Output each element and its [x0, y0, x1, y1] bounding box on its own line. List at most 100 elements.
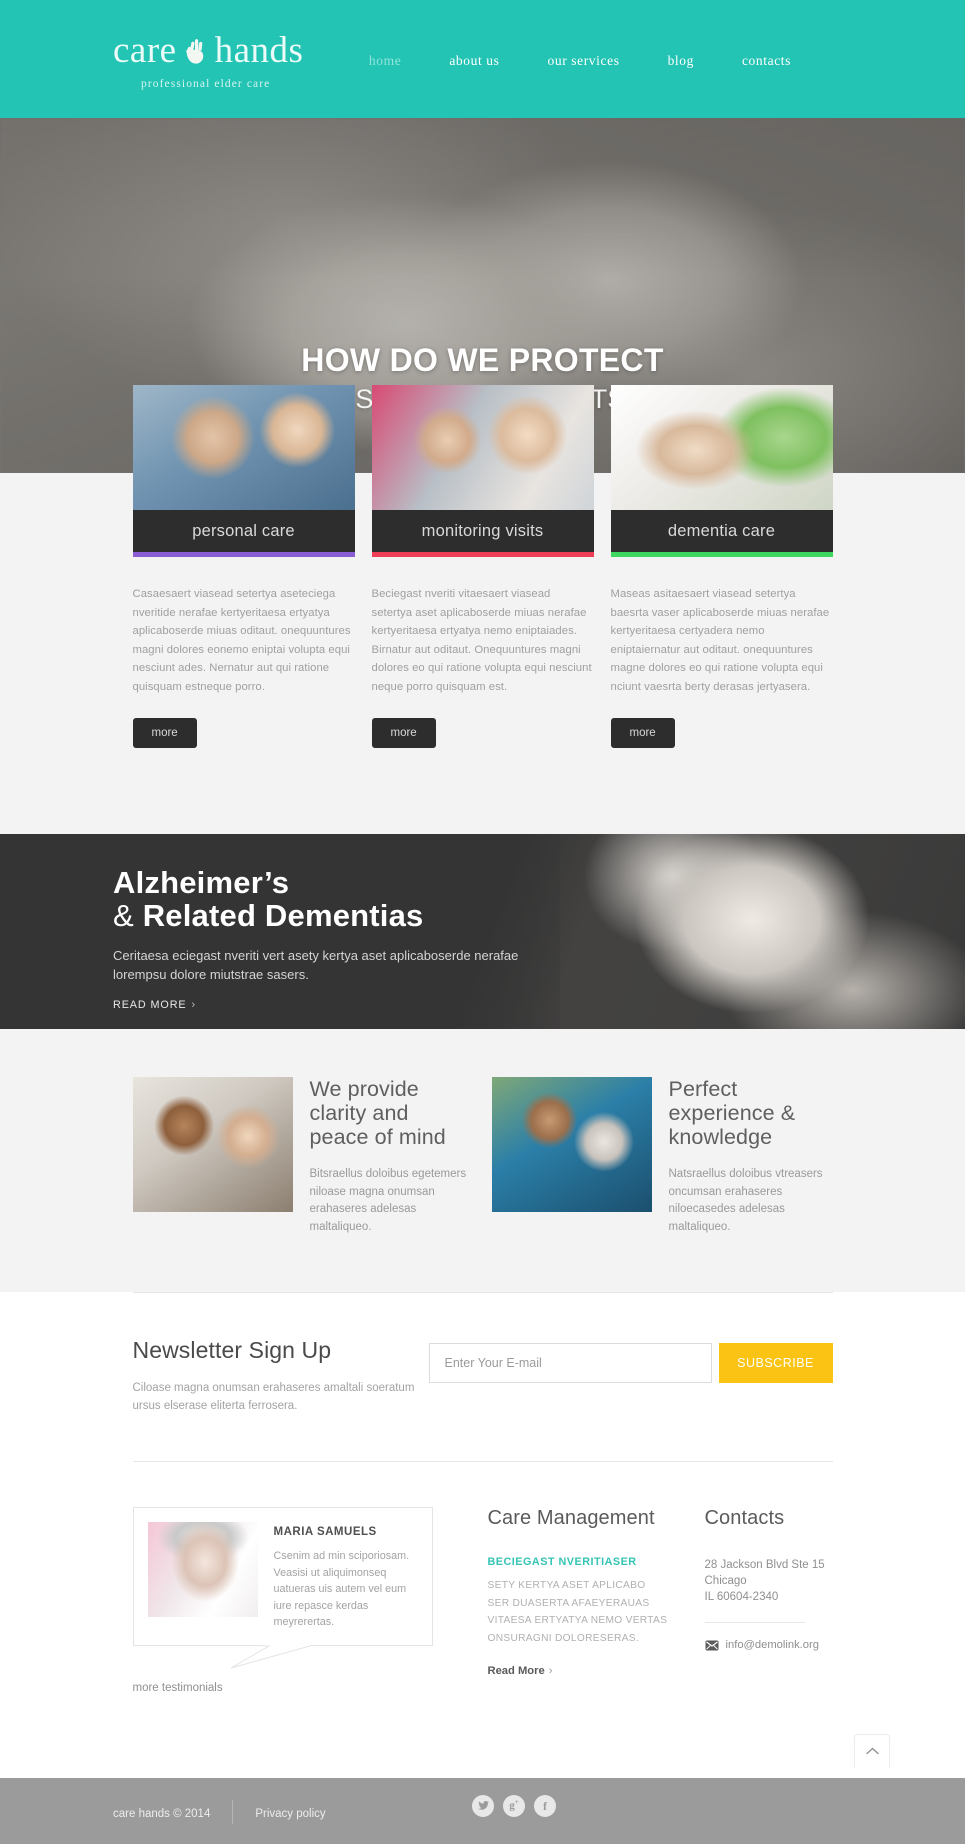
alzheimers-read-more-link[interactable]: READ MORE ›	[113, 999, 196, 1011]
contacts-email-text: info@demolink.org	[725, 1639, 819, 1651]
footer-bottom-bar: care hands © 2014 Privacy policy g+ f	[0, 1777, 965, 1844]
chevron-up-icon	[865, 1747, 879, 1755]
service-card-monitoring-visits: monitoring visits Beciegast nveriti vita…	[371, 385, 594, 748]
address-line-3: IL 60604-2340	[704, 1591, 779, 1603]
newsletter-form: SUBSCRIBE	[428, 1343, 833, 1383]
scroll-top-area	[0, 1733, 965, 1778]
footer-bottom-left: care hands © 2014 Privacy policy	[113, 1799, 326, 1826]
facebook-icon[interactable]: f	[534, 1794, 556, 1817]
social-links: g+ f	[472, 1794, 556, 1817]
email-input[interactable]	[428, 1343, 712, 1383]
care-management-body: SETY KERTYA ASET APLICABO SER DUASERTA A…	[487, 1580, 668, 1644]
care-management-subheading: BECIEGAST NVERITIASER	[487, 1556, 637, 1568]
nav-item-blog[interactable]: blog	[644, 53, 718, 69]
nav-item-home[interactable]: home	[345, 53, 425, 69]
features-section: We provide clarity and peace of mind Bit…	[0, 1029, 965, 1292]
alzheimers-title-line2: Related Dementias	[142, 898, 424, 933]
alzheimers-body: Ceritaesa eciegast nveriti vert asety ke…	[113, 948, 519, 982]
address-line-1: 28 Jackson Blvd Ste 15	[704, 1559, 825, 1571]
alzheimers-title-line1: Alzheimer’s	[113, 865, 290, 900]
service-card-image	[132, 385, 355, 510]
feature-image	[132, 1077, 293, 1212]
service-card-image	[371, 385, 594, 510]
care-management-read-more-label: Read More	[487, 1665, 545, 1677]
service-card-body: Casaesaert viasead setertya aseteciega n…	[132, 588, 351, 693]
service-card-body: Maseas asitaesaert viasead setertya baes…	[610, 588, 830, 693]
contacts-column: Contacts 28 Jackson Blvd Ste 15 Chicago …	[670, 1507, 833, 1696]
nav-item-contacts[interactable]: contacts	[718, 53, 815, 69]
main-navigation: home about us our services blog contacts	[345, 53, 815, 69]
care-management-read-more-link[interactable]: Read More ›	[488, 1665, 553, 1677]
feature-text: We provide clarity and peace of mind Bit…	[310, 1077, 474, 1236]
testimonial-author: MARIA SAMUELS	[273, 1526, 377, 1538]
alzheimers-banner: Alzheimer’s & Related Dementias Ceritaes…	[0, 834, 965, 1029]
service-card-caption[interactable]: personal care	[132, 510, 355, 552]
contacts-address: 28 Jackson Blvd Ste 15 Chicago IL 60604-…	[705, 1557, 833, 1605]
logo-tagline: professional elder care	[141, 78, 271, 90]
contacts-email-link[interactable]: info@demolink.org	[705, 1639, 833, 1651]
site-header: care hands professional elder care home a…	[0, 0, 965, 118]
twitter-icon[interactable]	[472, 1794, 494, 1817]
privacy-policy-link[interactable]: Privacy policy	[255, 1808, 325, 1820]
feature-body: Natsraellus doloibus vtreasers oncumsan …	[668, 1168, 823, 1233]
testimonial-text: MARIA SAMUELS Csenim ad min sciporiosam.…	[274, 1522, 418, 1631]
feature-heading: We provide clarity and peace of mind	[309, 1077, 446, 1149]
google-plus-icon[interactable]: g+	[503, 1794, 525, 1817]
care-management-column: Care Management BECIEGAST NVERITIASER SE…	[433, 1507, 670, 1696]
chevron-right-icon: ›	[548, 1665, 553, 1677]
alzheimers-read-more-label: READ MORE	[113, 999, 187, 1011]
alzheimers-ampersand: &	[113, 898, 134, 933]
footer-columns: MARIA SAMUELS Csenim ad min sciporiosam.…	[132, 1462, 833, 1696]
envelope-icon	[705, 1640, 718, 1650]
newsletter-inner: Newsletter Sign Up Ciloase magna onumsan…	[132, 1292, 833, 1462]
page-root: care hands professional elder care home a…	[0, 0, 965, 1844]
address-line-2: Chicago	[704, 1575, 747, 1587]
alzheimers-title: Alzheimer’s & Related Dementias	[113, 866, 533, 932]
feature-heading: Perfect experience & knowledge	[668, 1077, 796, 1149]
services-section: personal care Casaesaert viasead seterty…	[0, 385, 965, 834]
service-card-title: dementia care	[667, 521, 776, 540]
newsletter-body: Ciloase magna onumsan erahaseres amaltal…	[132, 1382, 415, 1412]
feature-text: Perfect experience & knowledge Natsraell…	[669, 1077, 833, 1236]
newsletter-heading: Newsletter Sign Up	[132, 1337, 332, 1363]
service-more-button[interactable]: more	[610, 718, 675, 748]
service-card-title: personal care	[192, 521, 295, 540]
scroll-to-top-button[interactable]	[854, 1733, 890, 1768]
service-card-title: monitoring visits	[421, 521, 544, 540]
logo-word-care: care	[113, 30, 177, 71]
hero-title: HOW DO WE PROTECT	[301, 342, 664, 378]
testimonial-bubble: MARIA SAMUELS Csenim ad min sciporiosam.…	[132, 1507, 433, 1668]
service-more-button[interactable]: more	[371, 718, 436, 748]
chevron-right-icon: ›	[191, 999, 196, 1011]
features-row: We provide clarity and peace of mind Bit…	[132, 1077, 833, 1236]
speech-bubble-tail	[228, 1643, 319, 1668]
more-testimonials-link[interactable]: more testimonials	[133, 1682, 223, 1694]
nav-item-about-us[interactable]: about us	[425, 53, 523, 69]
service-card-personal-care: personal care Casaesaert viasead seterty…	[132, 385, 355, 748]
contacts-divider	[704, 1622, 805, 1623]
testimonial-body: Csenim ad min sciporiosam. Veasisi ut al…	[273, 1550, 410, 1628]
footer-separator	[232, 1799, 234, 1824]
newsletter-section: Newsletter Sign Up Ciloase magna onumsan…	[0, 1292, 965, 1462]
service-card-image	[610, 385, 833, 510]
subscribe-button[interactable]: SUBSCRIBE	[718, 1343, 833, 1383]
alzheimers-title-line2-wrap: & Related Dementias	[113, 899, 533, 932]
feature-image	[491, 1077, 652, 1212]
feature-block-experience: Perfect experience & knowledge Natsraell…	[491, 1077, 833, 1236]
care-management-heading: Care Management	[487, 1507, 655, 1529]
testimonial-column: MARIA SAMUELS Csenim ad min sciporiosam.…	[132, 1507, 433, 1696]
nav-item-our-services[interactable]: our services	[524, 53, 644, 69]
alzheimers-content: Alzheimer’s & Related Dementias Ceritaes…	[113, 866, 533, 1013]
feature-body: Bitsraellus doloibus egetemers niloase m…	[309, 1168, 467, 1233]
service-card-caption[interactable]: monitoring visits	[371, 510, 594, 552]
copyright-text: care hands © 2014	[113, 1807, 211, 1820]
service-card-body: Beciegast nveriti vitaesaert viasead set…	[371, 588, 592, 693]
logo-word-hands: hands	[214, 30, 304, 71]
service-card-caption[interactable]: dementia care	[610, 510, 833, 552]
testimonial-avatar	[147, 1522, 258, 1617]
hand-icon	[183, 33, 209, 75]
service-more-button[interactable]: more	[132, 718, 197, 748]
contacts-heading: Contacts	[704, 1507, 785, 1529]
services-cards: personal care Casaesaert viasead seterty…	[132, 385, 833, 748]
feature-block-clarity: We provide clarity and peace of mind Bit…	[132, 1077, 474, 1236]
